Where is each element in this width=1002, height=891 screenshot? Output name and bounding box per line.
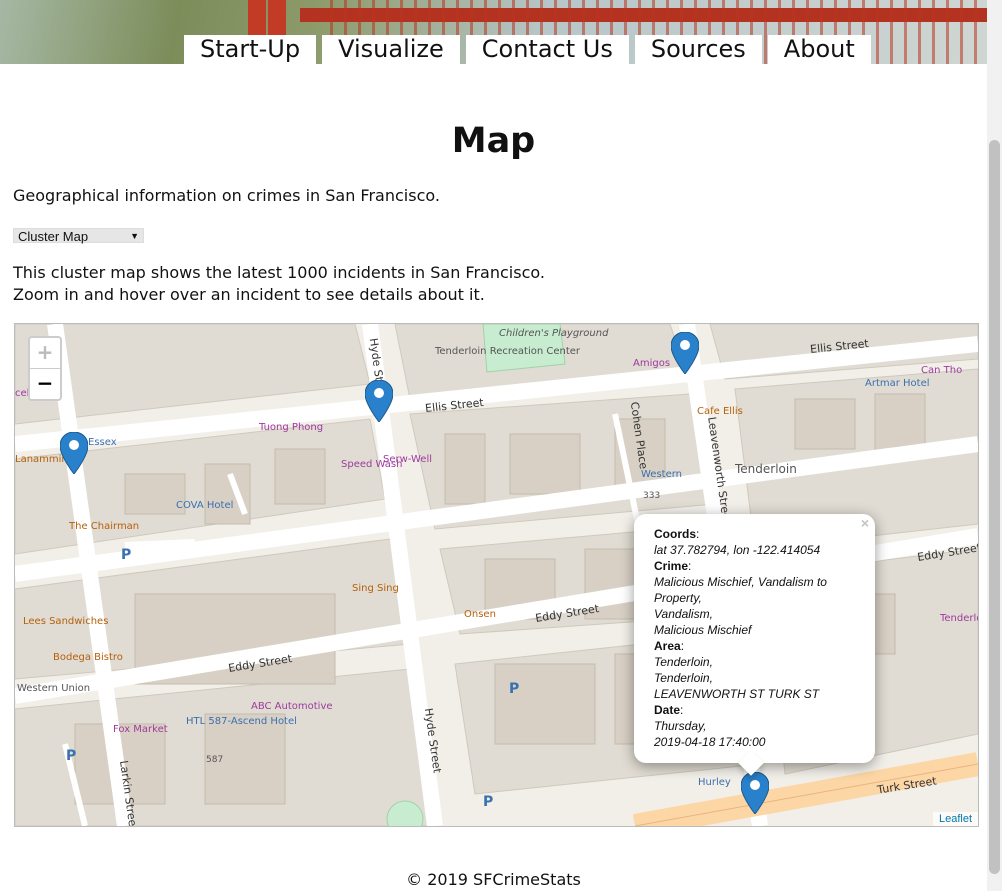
- incident-popup: × Coords: lat 37.782794, lon -122.414054…: [634, 514, 875, 776]
- parking-icon: P: [483, 794, 494, 810]
- area-label: Area: [654, 639, 681, 653]
- poi-label: HTL 587-Ascend Hotel: [186, 716, 297, 727]
- poi-label: Hurley: [698, 777, 731, 788]
- coords-value: lat 37.782794, lon -122.414054: [654, 543, 821, 557]
- date-value-1: Thursday,: [654, 719, 707, 733]
- map-description: This cluster map shows the latest 1000 i…: [13, 262, 545, 306]
- poi-label: Fox Market: [113, 724, 168, 735]
- crime-value-3: Malicious Mischief: [654, 623, 752, 637]
- popup-close-button[interactable]: ×: [861, 515, 869, 531]
- nav-visualize[interactable]: Visualize: [322, 35, 460, 64]
- poi-label: Tenderloin Recreation Center: [435, 346, 581, 357]
- poi-label: Tenderloin: [735, 462, 797, 476]
- map-description-line-1: This cluster map shows the latest 1000 i…: [13, 263, 545, 282]
- poi-label: Amigos: [633, 358, 671, 369]
- zoom-out-button[interactable]: −: [30, 369, 60, 399]
- poi-label: The Chairman: [69, 521, 140, 532]
- footer-copyright: © 2019 SFCrimeStats: [406, 870, 581, 889]
- date-value-2: 2019-04-18 17:40:00: [654, 735, 766, 749]
- poi-label: Sing Sing: [352, 583, 399, 594]
- poi-label: Lees Sandwiches: [23, 616, 109, 627]
- coords-label: Coords: [654, 527, 696, 541]
- popup-content: Coords: lat 37.782794, lon -122.414054 C…: [654, 527, 827, 749]
- intro-text: Geographical information on crimes in Sa…: [13, 186, 440, 205]
- dropdown-arrow-icon: ▼: [130, 231, 139, 241]
- parking-icon: P: [121, 547, 132, 563]
- main-nav: Start-Up Visualize Contact Us Sources Ab…: [184, 35, 877, 64]
- header-banner: Start-Up Visualize Contact Us Sources Ab…: [0, 0, 987, 64]
- incident-marker-icon[interactable]: [365, 380, 393, 422]
- poi-label: Onsen: [464, 609, 496, 620]
- poi-label: Artmar Hotel: [865, 378, 930, 389]
- nav-start-up[interactable]: Start-Up: [184, 35, 317, 64]
- incident-marker-icon[interactable]: [60, 432, 88, 474]
- crime-value-2: Vandalism,: [654, 607, 713, 621]
- nav-about[interactable]: About: [767, 35, 871, 64]
- crime-value-1: Malicious Mischief, Vandalism to Propert…: [654, 575, 827, 605]
- parking-icon: P: [66, 748, 77, 764]
- map-type-select[interactable]: Cluster Map ▼: [13, 228, 144, 244]
- area-value-1: Tenderloin,: [654, 655, 713, 669]
- nav-contact-us[interactable]: Contact Us: [465, 35, 629, 64]
- poi-label: 333: [643, 491, 661, 501]
- parking-icon: P: [509, 681, 520, 697]
- incident-marker-icon[interactable]: [741, 772, 769, 814]
- poi-label: Cafe Ellis: [697, 406, 743, 417]
- scrollbar-thumb[interactable]: [989, 140, 1000, 874]
- poi-label: Western: [641, 469, 683, 480]
- poi-label: 587: [206, 755, 224, 765]
- area-value-3: LEAVENWORTH ST TURK ST: [654, 687, 820, 701]
- date-label: Date: [654, 703, 681, 717]
- poi-label: ABC Automotive: [251, 701, 333, 712]
- poi-label: Essex: [88, 437, 117, 448]
- nav-sources[interactable]: Sources: [634, 35, 762, 64]
- zoom-control: + −: [28, 336, 62, 401]
- zoom-in-button[interactable]: +: [30, 338, 60, 369]
- area-value-2: Tenderloin,: [654, 671, 713, 685]
- poi-label: Children's Playground: [499, 328, 609, 339]
- map-type-selected-value: Cluster Map: [18, 229, 89, 244]
- page-title: Map: [451, 121, 536, 161]
- poi-label: Serw-Well: [383, 454, 433, 465]
- poi-label: Tenderloin Police Station: [940, 613, 978, 624]
- poi-label: Bodega Bistro: [53, 652, 123, 663]
- map-description-line-2: Zoom in and hover over an incident to se…: [13, 285, 485, 304]
- poi-label: Can Tho: [921, 365, 963, 376]
- page-scrollbar[interactable]: [987, 0, 1002, 891]
- incident-marker-icon[interactable]: [671, 332, 699, 374]
- poi-label: Tuong Phong: [259, 422, 324, 433]
- poi-label: COVA Hotel: [176, 500, 234, 511]
- crime-label: Crime: [654, 559, 689, 573]
- leaflet-attribution-link[interactable]: Leaflet: [932, 812, 978, 826]
- poi-label: Western Union: [17, 683, 91, 694]
